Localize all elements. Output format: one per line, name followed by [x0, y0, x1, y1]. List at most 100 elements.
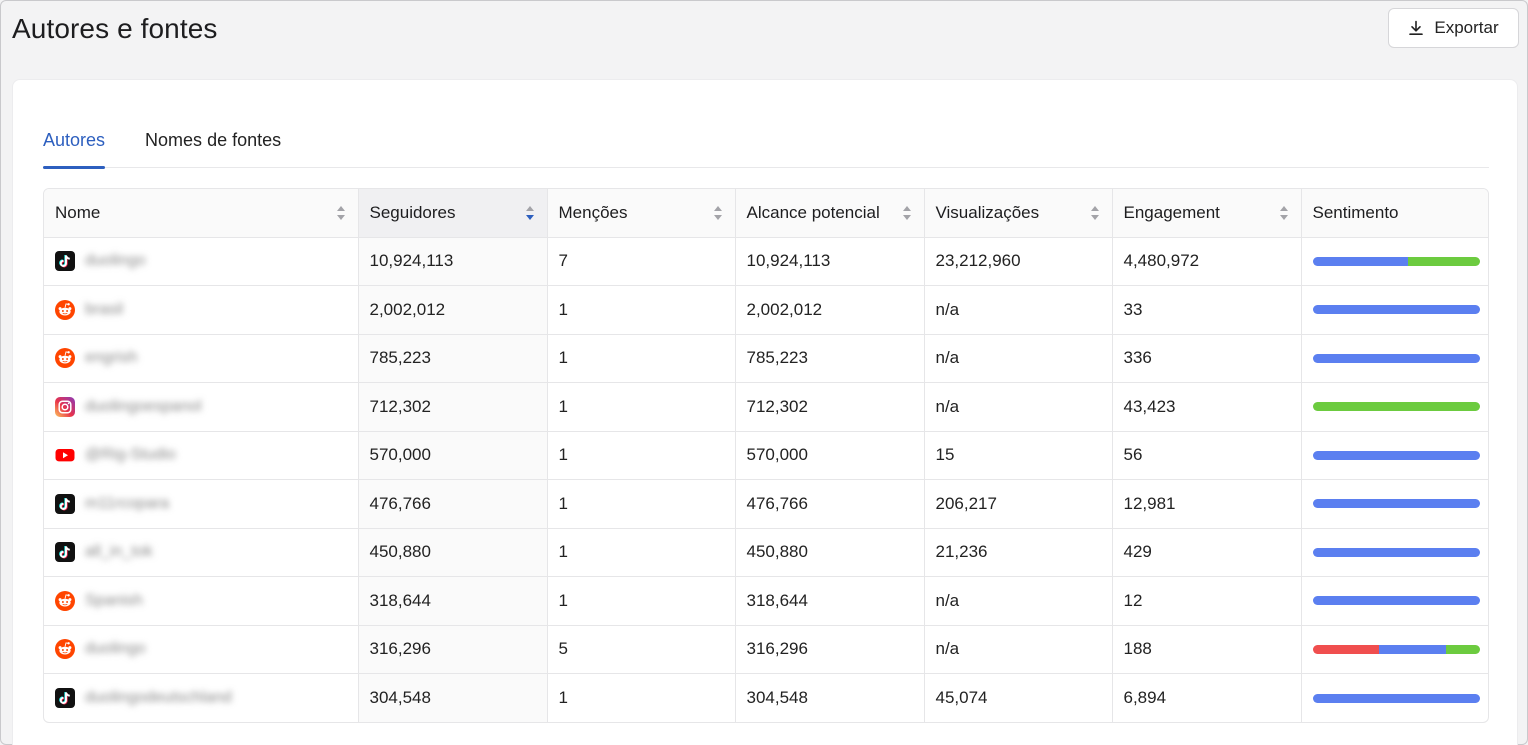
- cell-mencoes: 1: [547, 576, 736, 626]
- author: duolingodeutschland: [55, 674, 347, 722]
- cell-seguidores: 476,766: [358, 479, 548, 529]
- sentiment-neutral-segment: [1312, 499, 1480, 509]
- cell-mencoes: 1: [547, 382, 736, 432]
- export-button[interactable]: Exportar: [1388, 8, 1519, 48]
- sort-icon[interactable]: [1279, 205, 1289, 221]
- sort-icon[interactable]: [1090, 205, 1100, 221]
- author-name[interactable]: duolingoespanol: [85, 398, 202, 416]
- column-header-visualizacoes[interactable]: Visualizações: [924, 189, 1113, 238]
- sort-desc-icon[interactable]: [525, 205, 535, 221]
- cell-mencoes: 1: [547, 673, 736, 722]
- author-name[interactable]: engrish: [85, 349, 137, 367]
- cell-visualizacoes: n/a: [924, 382, 1113, 432]
- column-header-alcance-potencial[interactable]: Alcance potencial: [735, 189, 925, 238]
- cell-alcance-potencial: 2,002,012: [735, 285, 925, 335]
- author: duolingoespanol: [55, 383, 347, 430]
- instagram-icon: [55, 396, 75, 417]
- authors-table: Nome Seguidores Menções Alcance potencia…: [43, 188, 1489, 723]
- author: all_in_tok: [55, 529, 347, 576]
- author: engrish: [55, 335, 347, 382]
- author-name[interactable]: m11rcopara: [85, 495, 169, 513]
- column-header-mencoes[interactable]: Menções: [547, 189, 736, 238]
- cell-seguidores: 785,223: [358, 334, 548, 383]
- cell-mencoes: 1: [547, 431, 736, 480]
- cell-mencoes: 5: [547, 625, 736, 674]
- cell-sentimento: [1301, 382, 1488, 432]
- sentiment-bar[interactable]: [1312, 499, 1480, 509]
- cell-engagement: 56: [1112, 431, 1302, 480]
- cell-alcance-potencial: 570,000: [735, 431, 925, 480]
- sentiment-neutral-segment: [1312, 693, 1480, 703]
- author-name[interactable]: duolingodeutschland: [85, 689, 232, 707]
- table-row: duolingo 10,924,113 7 10,924,113 23,212,960 4…: [44, 237, 1488, 286]
- column-header-engagement[interactable]: Engagement: [1112, 189, 1302, 238]
- cell-nome: all_in_tok: [44, 528, 359, 577]
- sentiment-negative-segment: [1312, 644, 1380, 654]
- author-name[interactable]: duolingo: [85, 252, 146, 270]
- cell-mencoes: 1: [547, 285, 736, 335]
- tiktok-icon: [55, 251, 75, 272]
- sentiment-bar[interactable]: [1312, 644, 1480, 654]
- author: @Rig-Studio: [55, 432, 347, 479]
- cell-nome: duolingoespanol: [44, 382, 359, 432]
- cell-mencoes: 1: [547, 479, 736, 529]
- cell-alcance-potencial: 304,548: [735, 673, 925, 722]
- cell-alcance-potencial: 785,223: [735, 334, 925, 383]
- sentiment-positive-segment: [1407, 256, 1480, 266]
- table-row: duolingodeutschland 304,548 1 304,548 45,074…: [44, 673, 1488, 723]
- column-label: Seguidores: [369, 202, 456, 222]
- cell-sentimento: [1301, 576, 1488, 626]
- cell-seguidores: 2,002,012: [358, 285, 548, 335]
- cell-sentimento: [1301, 674, 1488, 723]
- table-row: engrish 785,223 1 785,223 n/a 336: [44, 334, 1488, 383]
- column-header-seguidores[interactable]: Seguidores: [358, 189, 548, 238]
- table-body: duolingo 10,924,113 7 10,924,113 23,212,960 4…: [44, 237, 1488, 723]
- author-name[interactable]: Spanish: [85, 592, 143, 610]
- cell-visualizacoes: n/a: [924, 334, 1113, 383]
- sentiment-bar[interactable]: [1312, 596, 1480, 606]
- sentiment-bar[interactable]: [1312, 256, 1480, 266]
- export-button-label: Exportar: [1434, 18, 1499, 37]
- author-name[interactable]: duolingo: [85, 640, 146, 658]
- sentiment-bar[interactable]: [1312, 450, 1480, 460]
- author: duolingo: [55, 626, 347, 673]
- tiktok-icon: [55, 688, 75, 708]
- column-header-nome[interactable]: Nome: [44, 189, 359, 238]
- tab-autores[interactable]: Autores: [43, 118, 106, 169]
- page-title: Autores e fontes: [12, 13, 218, 44]
- author-name[interactable]: @Rig-Studio: [85, 446, 176, 464]
- cell-alcance-potencial: 316,296: [735, 625, 925, 674]
- cell-seguidores: 712,302: [358, 382, 548, 432]
- download-icon: [1408, 20, 1424, 36]
- cell-visualizacoes: 23,212,960: [924, 237, 1113, 286]
- cell-alcance-potencial: 450,880: [735, 528, 925, 577]
- cell-seguidores: 450,880: [358, 528, 548, 577]
- tab-nomes-de-fontes[interactable]: Nomes de fontes: [145, 118, 281, 168]
- cell-sentimento: [1301, 431, 1488, 480]
- cell-engagement: 336: [1112, 334, 1302, 383]
- sort-icon[interactable]: [902, 205, 912, 221]
- tiktok-icon: [55, 493, 75, 514]
- cell-nome: m11rcopara: [44, 479, 359, 529]
- sort-icon[interactable]: [713, 205, 723, 221]
- column-label: Engagement: [1123, 202, 1220, 222]
- reddit-icon: [55, 639, 75, 660]
- reddit-icon: [55, 299, 75, 320]
- sort-icon[interactable]: [336, 205, 346, 221]
- sentiment-bar[interactable]: [1312, 547, 1480, 557]
- author-name[interactable]: all_in_tok: [85, 543, 153, 561]
- sentiment-bar[interactable]: [1312, 305, 1480, 315]
- column-header-sentimento: Sentimento: [1301, 189, 1488, 238]
- column-label: Visualizações: [935, 202, 1040, 222]
- sentiment-bar[interactable]: [1312, 402, 1480, 412]
- author-name[interactable]: brasil: [85, 301, 123, 319]
- app-window: Autores e fontes Exportar Autores Nomes …: [0, 0, 1528, 745]
- sentiment-bar[interactable]: [1312, 353, 1480, 363]
- sentiment-neutral-segment: [1312, 305, 1480, 315]
- sentiment-bar[interactable]: [1312, 693, 1480, 703]
- cell-engagement: 12,981: [1112, 479, 1302, 529]
- cell-mencoes: 7: [547, 237, 736, 286]
- cell-engagement: 12: [1112, 576, 1302, 626]
- cell-seguidores: 570,000: [358, 431, 548, 480]
- table-row: m11rcopara 476,766 1 476,766 206,217 12,981: [44, 479, 1488, 529]
